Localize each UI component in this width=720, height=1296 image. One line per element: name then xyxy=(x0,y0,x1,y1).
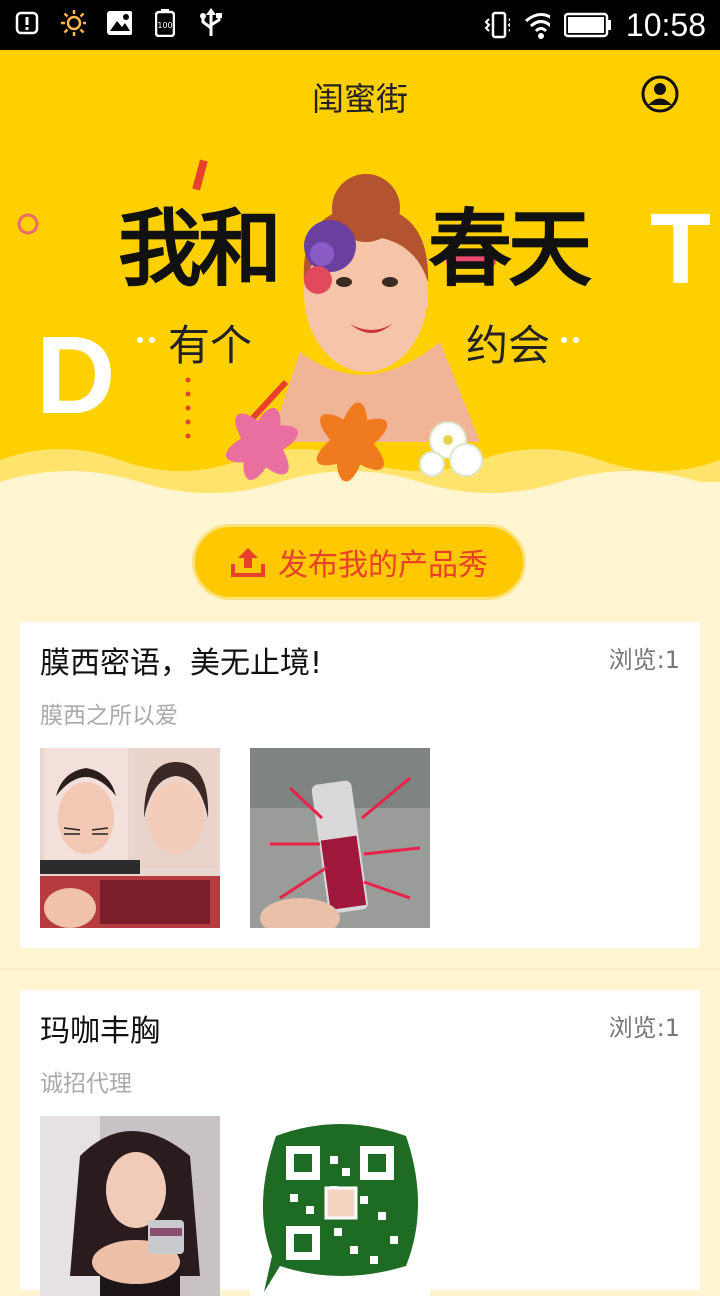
banner-deco-letter-t: T xyxy=(650,193,712,305)
post-subtitle: 膜西之所以爱 xyxy=(40,703,178,729)
clock: 10:58 xyxy=(625,7,706,43)
profile-button[interactable] xyxy=(640,74,680,114)
status-bar: 100 10:58 xyxy=(0,0,720,50)
user-icon xyxy=(641,75,679,113)
app-header: 闺蜜街 xyxy=(0,50,720,142)
qr-code-image[interactable] xyxy=(250,1116,430,1296)
post-subtitle: 诚招代理 xyxy=(40,1071,132,1097)
page-title: 闺蜜街 xyxy=(311,80,408,118)
promo-banner[interactable]: 我和 春天 有个 约会 D T xyxy=(0,142,720,510)
post-image[interactable] xyxy=(250,748,430,928)
post-card[interactable]: 玛咖丰胸 浏览:1 诚招代理 xyxy=(20,990,700,1296)
post-view-count: 浏览:1 xyxy=(608,1014,680,1042)
banner-deco-letter-d: D xyxy=(36,314,116,437)
banner-subtitle-right: 约会 xyxy=(466,321,551,370)
usb-icon xyxy=(198,8,224,36)
post-card[interactable]: 膜西密语，美无止境! 浏览:1 膜西之所以爱 xyxy=(20,622,700,948)
upload-icon xyxy=(231,548,265,577)
image-icon xyxy=(106,10,132,36)
banner-subtitle-left: 有个 xyxy=(168,321,253,370)
alert-icon xyxy=(14,10,40,36)
battery-icon xyxy=(563,12,612,38)
post-title: 玛咖丰胸 xyxy=(40,1014,160,1049)
svg-text:100: 100 xyxy=(157,21,172,30)
post-image[interactable] xyxy=(40,1116,220,1296)
banner-title-left: 我和 xyxy=(118,200,282,298)
banner-title-right: 春天 xyxy=(428,200,592,298)
publish-product-button[interactable]: 发布我的产品秀 xyxy=(192,524,526,600)
vibrate-icon xyxy=(484,11,510,39)
post-view-count: 浏览:1 xyxy=(608,646,680,674)
battery-saver-icon: 100 xyxy=(152,9,178,37)
brightness-icon xyxy=(60,10,86,36)
publish-button-label: 发布我的产品秀 xyxy=(278,548,488,583)
wifi-icon xyxy=(524,12,550,39)
post-image[interactable] xyxy=(40,748,220,928)
post-title: 膜西密语，美无止境! xyxy=(40,646,323,681)
divider xyxy=(0,968,720,970)
